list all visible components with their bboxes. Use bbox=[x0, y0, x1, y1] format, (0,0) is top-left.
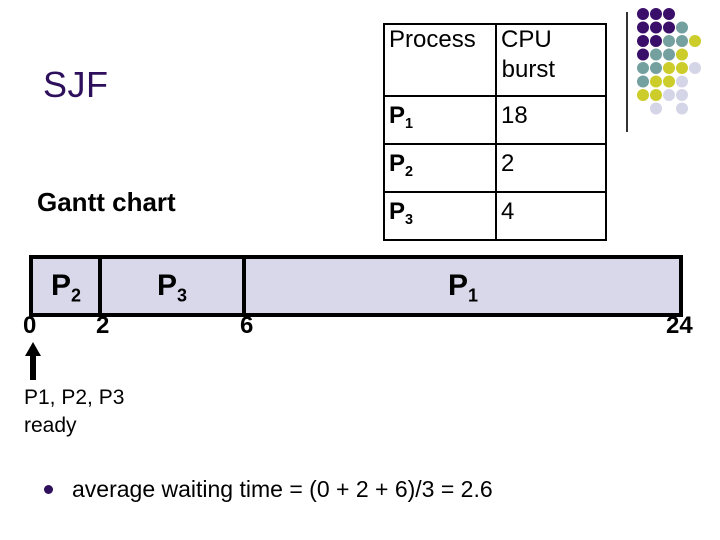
header-process: Process bbox=[383, 23, 497, 97]
arrow-up-icon bbox=[25, 342, 41, 380]
table-row: P1 18 bbox=[383, 94, 607, 146]
process-name-cell: P2 bbox=[383, 143, 497, 194]
decorative-dot bbox=[689, 62, 701, 74]
decorative-dot bbox=[676, 89, 688, 101]
decorative-dot bbox=[637, 75, 649, 88]
decorative-dot bbox=[650, 75, 662, 88]
gantt-tick-label: 24 bbox=[666, 312, 693, 339]
decorative-dot bbox=[663, 89, 675, 101]
ready-annotation-line1: P1, P2, P3 bbox=[24, 386, 125, 409]
slide-title: SJF bbox=[43, 64, 109, 105]
bullet-dot-icon bbox=[44, 485, 53, 494]
decorative-dot bbox=[663, 48, 675, 61]
gantt-tick-label: 0 bbox=[23, 312, 37, 339]
header-burst-line: burst bbox=[501, 56, 555, 83]
table-row: P2 2 bbox=[383, 143, 607, 194]
decorative-dot bbox=[676, 62, 688, 74]
burst-cell: 18 bbox=[495, 94, 607, 146]
burst-cell: 4 bbox=[495, 191, 607, 242]
gantt-segment: P1 bbox=[242, 255, 683, 317]
decorative-dot bbox=[676, 102, 688, 115]
decorative-dot bbox=[676, 21, 688, 34]
decorative-dot bbox=[663, 75, 675, 88]
decorative-dot bbox=[650, 35, 662, 47]
gantt-heading: Gantt chart bbox=[37, 187, 176, 217]
decorative-dot bbox=[650, 62, 662, 74]
header-cpu-burst: CPU burst bbox=[495, 23, 607, 97]
process-name-cell: P1 bbox=[383, 94, 497, 146]
decorative-dot bbox=[637, 8, 649, 20]
gantt-segment: P2 bbox=[29, 255, 102, 317]
gantt-chart: P2 P3 P1 bbox=[29, 255, 683, 317]
decorative-dot bbox=[663, 62, 675, 74]
process-name-cell: P3 bbox=[383, 191, 497, 242]
decorative-dot bbox=[650, 48, 662, 61]
table-header-row: Process CPU burst bbox=[383, 23, 607, 97]
bullet-item: average waiting time = (0 + 2 + 6)/3 = 2… bbox=[44, 476, 493, 503]
gantt-segment-label: P1 bbox=[448, 269, 479, 306]
gantt-segment-label: P2 bbox=[51, 269, 82, 306]
decorative-dot bbox=[676, 35, 688, 47]
decorative-dot bbox=[637, 62, 649, 74]
decorative-dot bbox=[663, 35, 675, 47]
decorative-dot bbox=[650, 21, 662, 34]
gantt-segment: P3 bbox=[98, 255, 246, 317]
header-cpu-line: CPU bbox=[501, 26, 552, 53]
burst-cell: 2 bbox=[495, 143, 607, 194]
decorative-divider bbox=[626, 12, 628, 132]
gantt-tick-label: 2 bbox=[96, 312, 110, 339]
decorative-dot bbox=[637, 48, 649, 61]
table-row: P3 4 bbox=[383, 191, 607, 242]
ready-annotation: P1, P2, P3 ready bbox=[24, 384, 124, 440]
decorative-dot bbox=[637, 21, 649, 34]
decorative-dot bbox=[676, 75, 688, 88]
decorative-dot bbox=[637, 89, 649, 101]
process-table: Process CPU burst P1 18 P2 2 P3 4 bbox=[383, 23, 607, 242]
gantt-tick-label: 6 bbox=[240, 312, 254, 339]
decorative-dot bbox=[637, 35, 649, 47]
decorative-dot bbox=[650, 8, 662, 20]
decorative-dot bbox=[676, 48, 688, 61]
decorative-dot bbox=[689, 35, 701, 47]
decorative-dot bbox=[663, 8, 675, 20]
ready-annotation-line2: ready bbox=[24, 414, 77, 437]
gantt-segment-label: P3 bbox=[157, 269, 188, 306]
decorative-dot bbox=[650, 102, 662, 115]
decorative-dot bbox=[650, 89, 662, 101]
bullet-text: average waiting time = (0 + 2 + 6)/3 = 2… bbox=[72, 476, 493, 502]
decorative-dot bbox=[663, 21, 675, 34]
decorative-dot-grid bbox=[637, 8, 701, 115]
